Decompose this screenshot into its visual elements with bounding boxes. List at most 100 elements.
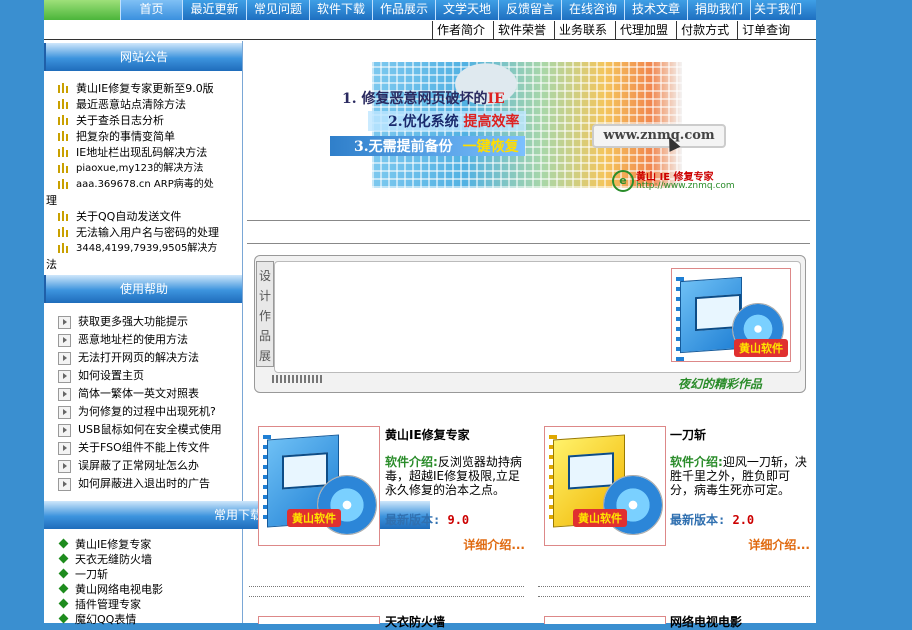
- announcement-item[interactable]: 无法输入用户名与密码的处理: [44, 225, 242, 241]
- dotted-divider: [538, 586, 810, 587]
- product-details-link[interactable]: 详细介绍...: [670, 537, 810, 553]
- download-item[interactable]: 魔幻QQ表情: [44, 612, 242, 627]
- nav-software-download[interactable]: 软件下载: [309, 0, 372, 20]
- announcement-item[interactable]: IE地址栏出现乱码解决方法: [44, 145, 242, 161]
- subnav-divider: [44, 39, 816, 40]
- arrow-right-icon: [58, 478, 71, 491]
- nav-donate[interactable]: 捐助我们: [687, 0, 750, 20]
- announcement-item[interactable]: 把复杂的事情变简单: [44, 129, 242, 145]
- product-title[interactable]: 黄山IE修复专家: [385, 426, 470, 443]
- help-item[interactable]: 为何修复的过程中出现死机?: [44, 404, 242, 422]
- announcement-item[interactable]: 最近恶意站点清除方法: [44, 97, 242, 113]
- subnav-order-query[interactable]: 订单查询: [737, 21, 794, 39]
- subnav-agent[interactable]: 代理加盟: [615, 21, 672, 39]
- announcement-item-cont[interactable]: 法: [44, 257, 242, 273]
- announcement-item[interactable]: 关于QQ自动发送文件: [44, 209, 242, 225]
- arrow-right-icon: [58, 316, 71, 329]
- nav-tech-articles[interactable]: 技术文章: [624, 0, 687, 20]
- downloads-list: 黄山IE修复专家 天衣无缝防火墙 一刀斩 黄山网络电视电影 插件管理专家 魔幻Q…: [44, 537, 242, 627]
- nav-home[interactable]: 首页: [120, 0, 182, 20]
- announcement-text: 关于查杀日志分析: [76, 114, 164, 127]
- help-text: 关于FSO组件不能上传文件: [78, 441, 210, 454]
- announcement-item[interactable]: aaa.369678.cn ARP病毒的处: [44, 177, 242, 193]
- download-item[interactable]: 黄山网络电视电影: [44, 582, 242, 597]
- download-text: 插件管理专家: [75, 598, 141, 611]
- nav-literature[interactable]: 文学天地: [435, 0, 498, 20]
- help-item[interactable]: 误屏蔽了正常网址怎么办: [44, 458, 242, 476]
- announcement-text: 理: [46, 194, 57, 207]
- ie-logo-icon: e: [612, 170, 634, 192]
- logo-url: http://www.znmq.com: [636, 181, 735, 191]
- subnav-payment[interactable]: 付款方式: [676, 21, 733, 39]
- news-icon: [58, 227, 68, 237]
- subnav-business[interactable]: 业务联系: [554, 21, 611, 39]
- help-item[interactable]: 无法打开网页的解决方法: [44, 350, 242, 368]
- announcement-item-cont[interactable]: 理: [44, 193, 242, 209]
- arrow-right-icon: [58, 334, 71, 347]
- showcase-product-image[interactable]: 黄山软件: [671, 268, 791, 362]
- downloads-title: 常用下载: [214, 508, 263, 522]
- help-item[interactable]: 简体一繁体一英文对照表: [44, 386, 242, 404]
- nav-about[interactable]: 关于我们: [750, 0, 805, 20]
- showcase-footer: 夜幻的精彩作品: [678, 377, 763, 391]
- download-item[interactable]: 天衣无缝防火墙: [44, 552, 242, 567]
- help-list: 获取更多强大功能提示 恶意地址栏的使用方法 无法打开网页的解决方法 如何设置主页…: [44, 314, 242, 494]
- dotted-divider: [249, 596, 524, 597]
- announcement-item[interactable]: 黄山IE修复专家更新至9.0版: [44, 81, 242, 97]
- news-icon: [58, 99, 68, 109]
- product-details-link[interactable]: 详细介绍...: [385, 537, 525, 553]
- product-image-yidaozhan[interactable]: 黄山软件: [544, 426, 666, 546]
- subnav-honors[interactable]: 软件荣誉: [493, 21, 550, 39]
- divider: [247, 243, 810, 244]
- nav-online-consult[interactable]: 在线咨询: [561, 0, 624, 20]
- download-item[interactable]: 插件管理专家: [44, 597, 242, 612]
- help-text: 为何修复的过程中出现死机?: [78, 405, 216, 418]
- help-item[interactable]: 恶意地址栏的使用方法: [44, 332, 242, 350]
- news-icon: [58, 243, 68, 253]
- announcement-text: 无法输入用户名与密码的处理: [76, 226, 219, 239]
- announcement-item[interactable]: 3448,4199,7939,9505解决方: [44, 241, 242, 257]
- news-icon: [58, 163, 68, 173]
- help-text: 简体一繁体一英文对照表: [78, 387, 199, 400]
- product-title[interactable]: 网络电视电影: [670, 613, 742, 630]
- news-icon: [58, 115, 68, 125]
- news-icon: [58, 147, 68, 157]
- product-image-ie-repair[interactable]: 黄山软件: [258, 426, 380, 546]
- banner-line-3: 3.无需提前备份 一键恢复: [330, 136, 525, 156]
- product-title[interactable]: 天衣防火墙: [385, 613, 445, 630]
- banner-logo: e 黄山 IE 修复专家 http://www.znmq.com: [612, 168, 735, 196]
- design-showcase: 设 计 作 品 展 黄山软件 夜幻的精彩作品: [250, 255, 806, 395]
- announcement-item[interactable]: 关于查杀日志分析: [44, 113, 242, 129]
- announcement-text: 最近恶意站点清除方法: [76, 98, 186, 111]
- product-description: 软件介绍:反浏览器劫持病毒，超越IE修复极限,立足永久修复的治本之点。: [385, 455, 522, 497]
- nav-green-block: [44, 0, 120, 20]
- nav-faq[interactable]: 常见问题: [246, 0, 309, 20]
- sub-nav: 作者简介 软件荣誉 业务联系 代理加盟 付款方式 订单查询: [428, 21, 794, 39]
- subnav-author[interactable]: 作者简介: [432, 21, 489, 39]
- help-item[interactable]: 获取更多强大功能提示: [44, 314, 242, 332]
- divider: [247, 220, 810, 221]
- announcement-item[interactable]: piaoxue,my123的解决方法: [44, 161, 242, 177]
- help-text: 如何设置主页: [78, 369, 144, 382]
- diamond-bullet-icon: [58, 583, 69, 594]
- nav-feedback[interactable]: 反馈留言: [498, 0, 561, 20]
- announcement-text: piaoxue,my123的解决方法: [76, 163, 204, 174]
- help-item[interactable]: 如何设置主页: [44, 368, 242, 386]
- download-item[interactable]: 黄山IE修复专家: [44, 537, 242, 552]
- diamond-bullet-icon: [58, 553, 69, 564]
- help-item[interactable]: USB鼠标如何在安全模式使用: [44, 422, 242, 440]
- promo-banner[interactable]: 1. 修复恶意网页破坏的IE 2.优化系统 提高效率 3.无需提前备份 一键恢复 …: [330, 48, 735, 204]
- download-item[interactable]: 一刀斩: [44, 567, 242, 582]
- help-text: 误屏蔽了正常网址怎么办: [78, 459, 199, 472]
- showcase-tab: 设 计 作 品 展: [256, 261, 274, 367]
- help-text: 获取更多强大功能提示: [78, 315, 188, 328]
- help-item[interactable]: 关于FSO组件不能上传文件: [44, 440, 242, 458]
- news-icon: [58, 131, 68, 141]
- product-title[interactable]: 一刀斩: [670, 426, 706, 443]
- help-item[interactable]: 如何屏蔽进入退出时的广告: [44, 476, 242, 494]
- nav-recent-updates[interactable]: 最近更新: [182, 0, 246, 20]
- diamond-bullet-icon: [58, 538, 69, 549]
- arrow-right-icon: [58, 370, 71, 383]
- announcement-text: 黄山IE修复专家更新至9.0版: [76, 82, 214, 95]
- nav-works[interactable]: 作品展示: [372, 0, 435, 20]
